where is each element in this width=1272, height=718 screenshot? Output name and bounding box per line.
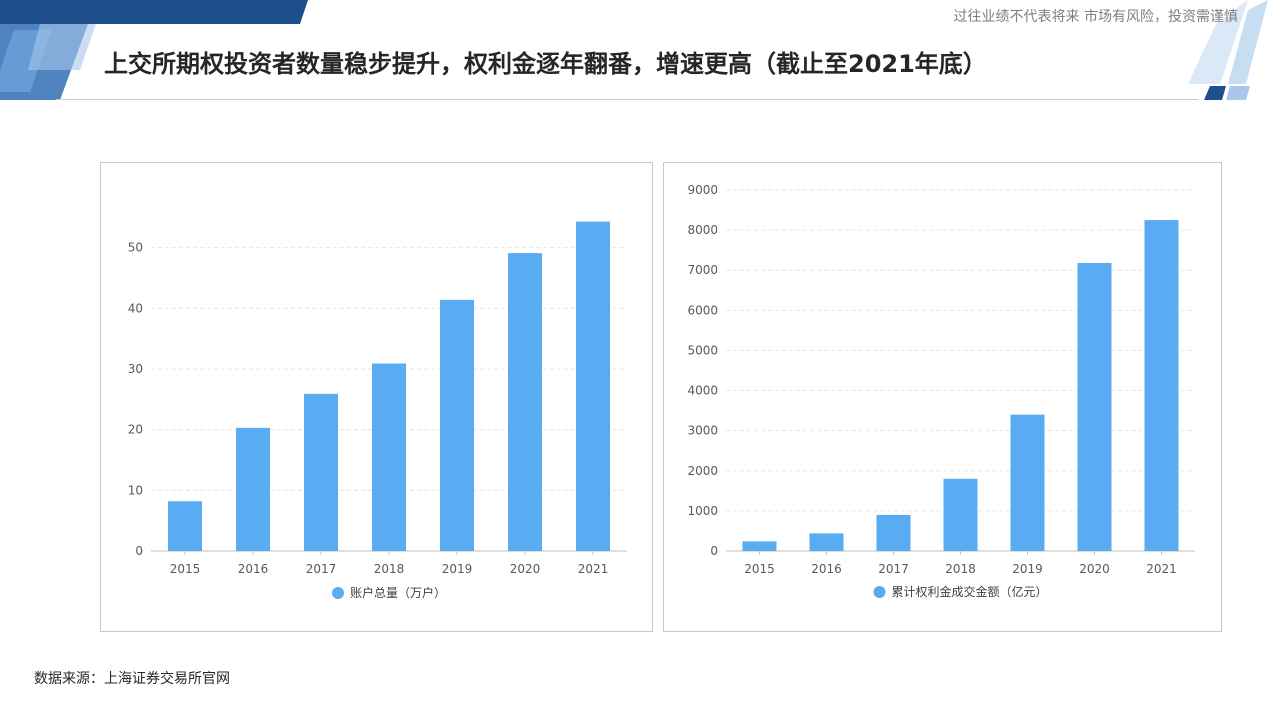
accounts-bar-chart: 0 10 20 30 40 50 2015 2016 2017 2018 2019 2020 2021 账… <box>128 221 627 600</box>
y-tick-label: 40 <box>128 301 143 315</box>
x-tick-label: 2018 <box>374 562 405 576</box>
x-tick-label: 2016 <box>238 562 269 576</box>
bar-2019 <box>1010 414 1045 551</box>
bar-2016 <box>236 427 270 551</box>
page-title: 上交所期权投资者数量稳步提升，权利金逐年翻番，增速更高（截止至2021年底） <box>104 50 987 78</box>
bar-2017 <box>304 393 338 551</box>
x-tick-label: 2017 <box>878 562 909 576</box>
title-divider <box>56 99 1198 100</box>
x-tick-label: 2016 <box>811 562 842 576</box>
bar-2016 <box>809 533 844 551</box>
y-tick-label: 4000 <box>687 384 718 398</box>
x-tick-label: 2021 <box>1146 562 1177 576</box>
x-tick-label: 2019 <box>442 562 473 576</box>
x-tick-label: 2015 <box>170 562 201 576</box>
chart-panel-premium: 0 1000 2000 3000 4000 5000 6000 7000 8000 9000 201… <box>663 162 1222 632</box>
y-tick-label: 20 <box>128 423 143 437</box>
y-tick-label: 8000 <box>687 223 718 237</box>
y-tick-label: 10 <box>128 483 143 497</box>
y-tick-label: 0 <box>135 544 143 558</box>
bar-2020 <box>508 253 542 552</box>
chart-panel-accounts: 0 10 20 30 40 50 2015 2016 2017 2018 2019 2020 2021 账… <box>100 162 653 632</box>
legend-marker <box>873 586 886 598</box>
y-tick-label: 6000 <box>687 303 718 317</box>
x-tick-label: 2015 <box>744 562 775 576</box>
bar-2020 <box>1077 263 1112 551</box>
bar-2015 <box>168 501 202 551</box>
bar-2017 <box>876 514 911 551</box>
y-tick-label: 7000 <box>687 263 718 277</box>
y-tick-label: 30 <box>128 362 143 376</box>
x-tick-label: 2020 <box>510 562 541 576</box>
bar-2015 <box>742 541 777 551</box>
y-tick-label: 1000 <box>687 504 718 518</box>
x-tick-label: 2020 <box>1079 562 1110 576</box>
y-tick-label: 5000 <box>687 343 718 357</box>
x-tick-label: 2017 <box>306 562 337 576</box>
y-tick-label: 0 <box>710 544 718 558</box>
x-tick-label: 2021 <box>578 562 609 576</box>
risk-disclaimer: 过往业绩不代表将来 市场有风险，投资需谨慎 <box>953 9 1238 25</box>
legend-label: 累计权利金成交金额（亿元） <box>892 584 1048 599</box>
legend-label: 账户总量（万户） <box>350 585 446 600</box>
x-tick-label: 2019 <box>1012 562 1043 576</box>
y-tick-label: 2000 <box>687 464 718 478</box>
x-tick-label: 2018 <box>945 562 976 576</box>
y-tick-label: 50 <box>128 241 143 255</box>
legend-marker <box>332 587 344 599</box>
bar-2018 <box>943 478 978 551</box>
bar-2021 <box>576 221 610 551</box>
data-source: 数据来源：上海证券交易所官网 <box>34 671 230 687</box>
bar-2018 <box>372 363 406 551</box>
bar-2019 <box>440 299 474 551</box>
bar-2021 <box>1144 220 1179 552</box>
y-tick-label: 9000 <box>687 183 718 197</box>
y-tick-label: 3000 <box>687 424 718 438</box>
premium-bar-chart: 0 1000 2000 3000 4000 5000 6000 7000 8000 9000 201… <box>687 183 1195 599</box>
